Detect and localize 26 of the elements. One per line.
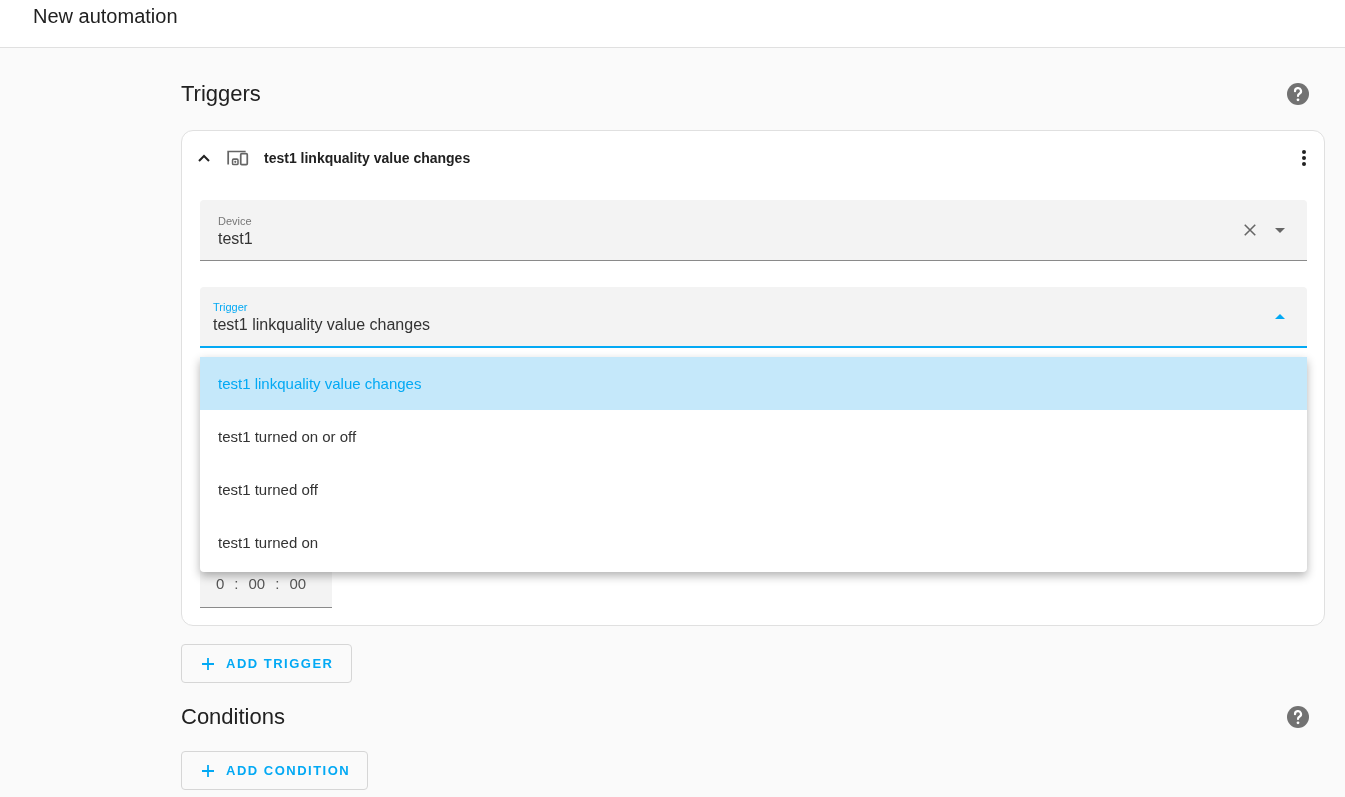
- section-heading: Triggers: [181, 81, 261, 107]
- section-heading: Conditions: [181, 704, 285, 730]
- menu-option[interactable]: test1 turned off: [200, 463, 1307, 516]
- time-value: 0: [216, 575, 225, 592]
- help-button[interactable]: [1286, 82, 1310, 106]
- page-title: New automation: [33, 5, 178, 27]
- time-value: 00: [248, 575, 266, 592]
- trigger-field[interactable]: Trigger test1 linkquality value changes: [200, 287, 1307, 348]
- dropdown-caret-icon: [1275, 227, 1285, 233]
- field-label: Device: [218, 214, 253, 227]
- time-separator: :: [275, 575, 280, 592]
- devices-icon: [226, 148, 250, 167]
- plus-icon: [202, 764, 214, 777]
- dropdown-caret-icon: [1275, 314, 1285, 319]
- field-value: test1: [218, 229, 254, 248]
- help-button[interactable]: [1286, 705, 1310, 729]
- more-options-button[interactable]: [1300, 148, 1308, 167]
- menu-option[interactable]: test1 turned on or off: [200, 410, 1307, 463]
- field-value: test1 linkquality value changes: [213, 316, 432, 334]
- device-field[interactable]: Device test1: [200, 200, 1307, 261]
- plus-icon: [202, 657, 214, 670]
- time-separator: :: [234, 575, 239, 592]
- time-value: 00: [289, 575, 307, 592]
- card-title: test1 linkquality value changes: [264, 149, 472, 166]
- field-label: Trigger: [213, 301, 249, 313]
- clear-button[interactable]: [1243, 223, 1257, 237]
